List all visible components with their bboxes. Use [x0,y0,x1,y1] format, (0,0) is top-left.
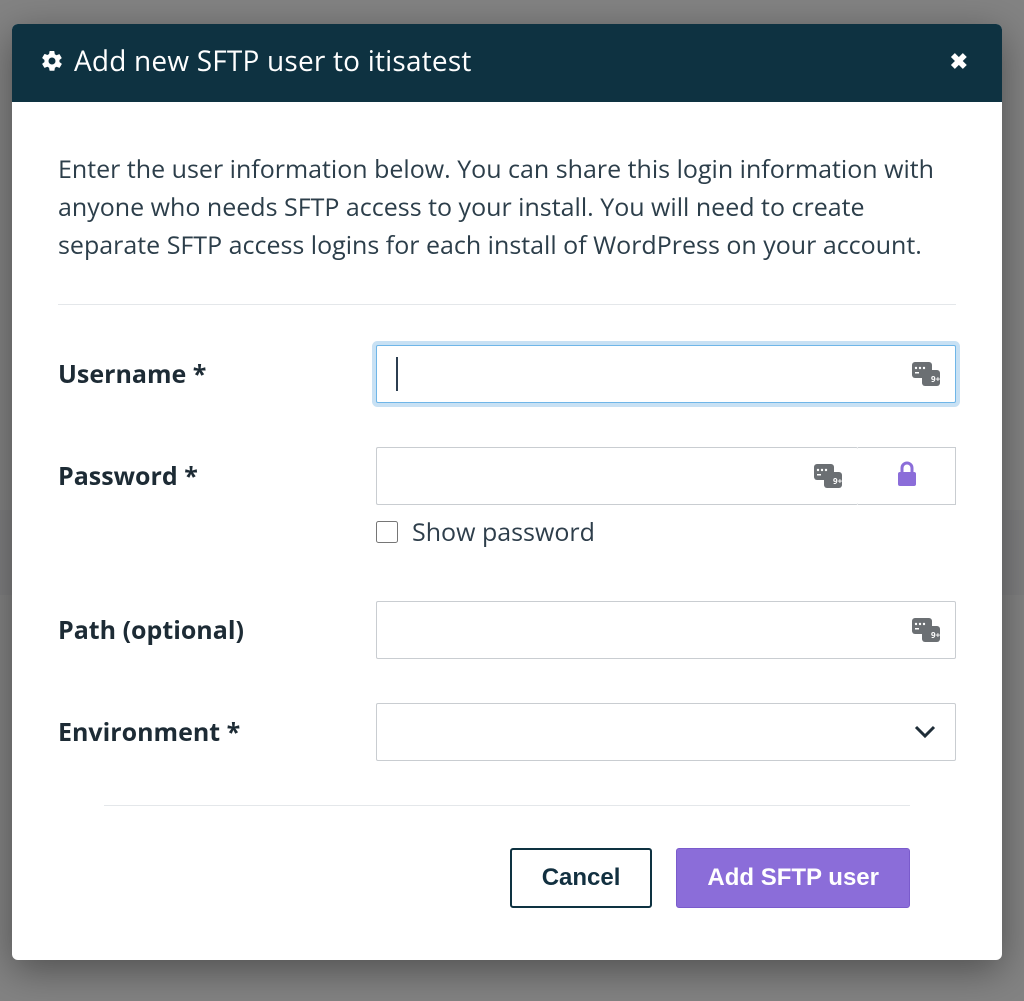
environment-label: Environment * [58,715,376,749]
svg-text:9+: 9+ [931,374,940,385]
divider [58,304,956,305]
modal-body: Enter the user information below. You ca… [12,102,1002,805]
cancel-button[interactable]: Cancel [510,848,653,908]
modal-intro-text: Enter the user information below. You ca… [58,150,956,264]
modal-overlay[interactable]: Add new SFTP user to itisatest ✖ Enter t… [0,0,1024,1001]
modal-footer: Cancel Add SFTP user [104,805,910,960]
modal-header: Add new SFTP user to itisatest ✖ [12,24,1002,102]
add-sftp-user-modal: Add new SFTP user to itisatest ✖ Enter t… [12,24,1002,960]
lock-icon [895,461,919,492]
modal-title: Add new SFTP user to itisatest [74,42,472,80]
add-sftp-user-button[interactable]: Add SFTP user [676,848,910,908]
password-label: Password * [58,459,376,493]
svg-text:9+: 9+ [931,630,940,641]
svg-text:9+: 9+ [833,476,842,487]
form-row-environment: Environment * [58,703,956,761]
generate-password-button[interactable] [858,447,956,505]
form-row-path: Path (optional) 9+ [58,601,956,659]
form-row-password: Password * 9+ [58,447,956,505]
show-password-row: Show password [376,515,956,549]
path-label: Path (optional) [58,613,376,647]
username-label: Username * [58,357,376,391]
show-password-checkbox[interactable] [376,521,398,543]
text-caret [396,357,398,391]
form-row-username: Username * 9+ [58,345,956,403]
password-input[interactable] [376,447,858,505]
path-input[interactable] [376,601,956,659]
password-manager-icon[interactable]: 9+ [912,362,940,386]
password-manager-icon[interactable]: 9+ [814,464,842,488]
environment-select[interactable] [376,703,956,761]
gear-icon [40,49,64,73]
password-manager-icon[interactable]: 9+ [912,618,940,642]
username-input[interactable] [376,345,956,403]
close-icon[interactable]: ✖ [944,46,974,76]
show-password-label[interactable]: Show password [412,515,595,549]
